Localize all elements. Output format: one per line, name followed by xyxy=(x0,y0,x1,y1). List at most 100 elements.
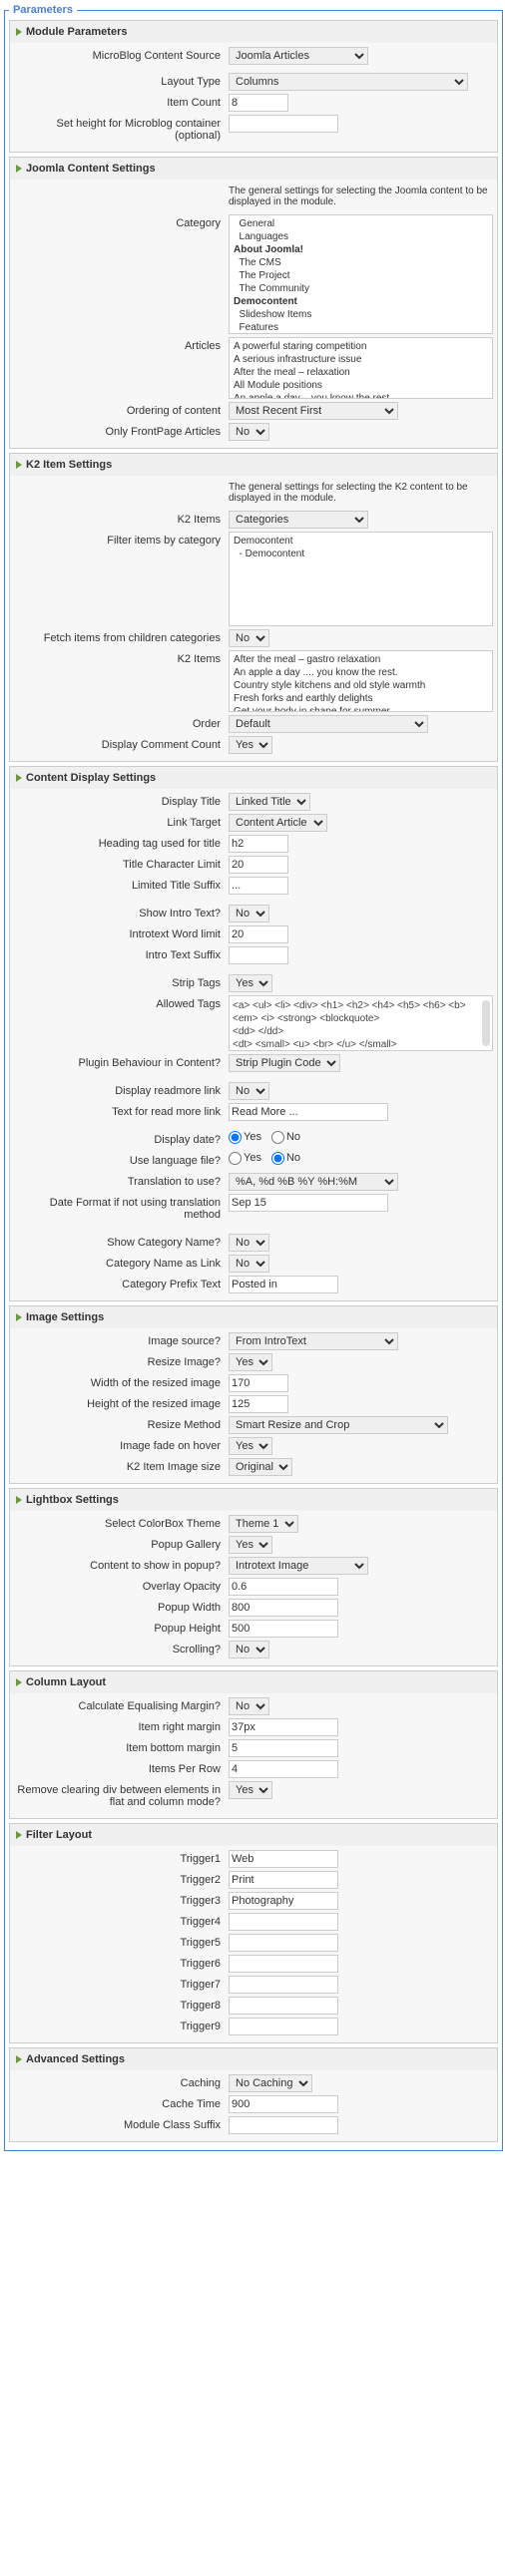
panel-title: Lightbox Settings xyxy=(26,1494,119,1506)
panel-title: K2 Item Settings xyxy=(26,459,112,471)
label-opacity: Overlay Opacity xyxy=(14,1578,229,1596)
radio-lang-no[interactable] xyxy=(271,1152,284,1165)
select-method[interactable]: Smart Resize and Crop xyxy=(229,1416,448,1434)
select-source[interactable]: Joomla Articles xyxy=(229,47,368,65)
panel-header-content[interactable]: Content Display Settings xyxy=(10,767,497,789)
select-clearing[interactable]: Yes xyxy=(229,1781,272,1799)
listbox-articles[interactable]: A powerful staring competitionA serious … xyxy=(229,337,493,399)
input-trigger4[interactable] xyxy=(229,1913,338,1931)
select-show-intro[interactable]: No xyxy=(229,905,269,922)
label-children: Fetch items from children categories xyxy=(14,629,229,647)
label-show-cat: Show Category Name? xyxy=(14,1234,229,1252)
panel-title: Joomla Content Settings xyxy=(26,163,156,175)
input-trigger6[interactable] xyxy=(229,1955,338,1973)
input-height[interactable] xyxy=(229,115,338,133)
select-ordering[interactable]: Most Recent First xyxy=(229,402,398,420)
listbox-filter[interactable]: Democontent - Democontent xyxy=(229,532,493,626)
panel-header-joomla[interactable]: Joomla Content Settings xyxy=(10,158,497,180)
input-heading-tag[interactable] xyxy=(229,835,288,853)
label-right: Item right margin xyxy=(14,1718,229,1736)
select-k2size[interactable]: Original xyxy=(229,1458,292,1476)
select-children[interactable]: No xyxy=(229,629,269,647)
scrollbar-icon[interactable] xyxy=(482,1000,490,1046)
textarea-allowed-tags[interactable]: <a> <ul> <li> <div> <h1> <h2> <h4> <h5> … xyxy=(229,995,493,1051)
radio-lang-yes[interactable] xyxy=(229,1152,242,1165)
input-trigger2[interactable] xyxy=(229,1871,338,1889)
select-show-cat[interactable]: No xyxy=(229,1234,269,1252)
listbox-category[interactable]: General LanguagesAbout Joomla! The CMS T… xyxy=(229,214,493,334)
select-frontpage[interactable]: No xyxy=(229,423,269,441)
input-trigger5[interactable] xyxy=(229,1934,338,1952)
parameters-legend: Parameters xyxy=(9,4,77,16)
input-bottom[interactable] xyxy=(229,1739,338,1757)
label-link-target: Link Target xyxy=(14,814,229,832)
select-cat-link[interactable]: No xyxy=(229,1255,269,1273)
select-display-title[interactable]: Linked Title xyxy=(229,793,310,811)
input-opacity[interactable] xyxy=(229,1578,338,1596)
select-fade[interactable]: Yes xyxy=(229,1437,272,1455)
input-title-limit[interactable] xyxy=(229,856,288,874)
select-resize[interactable]: Yes xyxy=(229,1353,272,1371)
label-gallery: Popup Gallery xyxy=(14,1536,229,1554)
select-img-source[interactable]: From IntroText xyxy=(229,1332,398,1350)
select-plugin[interactable]: Strip Plugin Code xyxy=(229,1054,340,1072)
input-trigger9[interactable] xyxy=(229,2018,338,2035)
input-intro-word[interactable] xyxy=(229,925,288,943)
panel-header-k2[interactable]: K2 Item Settings xyxy=(10,454,497,476)
radio-date-yes[interactable] xyxy=(229,1131,242,1144)
input-img-height[interactable] xyxy=(229,1395,288,1413)
panel-title: Image Settings xyxy=(26,1311,104,1323)
select-strip-tags[interactable]: Yes xyxy=(229,974,272,992)
select-equal[interactable]: No xyxy=(229,1697,269,1715)
input-pheight[interactable] xyxy=(229,1620,338,1638)
input-date-format[interactable] xyxy=(229,1194,388,1212)
select-theme[interactable]: Theme 1 xyxy=(229,1515,298,1533)
input-readmore-text[interactable] xyxy=(229,1103,388,1121)
input-cache-time[interactable] xyxy=(229,2095,338,2113)
input-count[interactable] xyxy=(229,94,288,112)
radio-date-no[interactable] xyxy=(271,1131,284,1144)
panel-header-image[interactable]: Image Settings xyxy=(10,1306,497,1328)
input-trigger8[interactable] xyxy=(229,1997,338,2015)
select-scrolling[interactable]: No xyxy=(229,1641,269,1658)
expand-icon xyxy=(16,1678,22,1686)
label-title-limit: Title Character Limit xyxy=(14,856,229,874)
hint-k2: The general settings for selecting the K… xyxy=(229,480,493,508)
input-img-width[interactable] xyxy=(229,1374,288,1392)
radio-use-lang: YesNo xyxy=(229,1152,493,1165)
panel-header-filter[interactable]: Filter Layout xyxy=(10,1824,497,1846)
input-cat-prefix[interactable] xyxy=(229,1276,338,1293)
select-layout[interactable]: Columns xyxy=(229,73,468,91)
input-limited-suffix[interactable] xyxy=(229,877,288,895)
input-right[interactable] xyxy=(229,1718,338,1736)
input-trigger7[interactable] xyxy=(229,1976,338,1994)
label-count: Item Count xyxy=(14,94,229,112)
select-caching[interactable]: No Caching xyxy=(229,2074,312,2092)
panel-header-advanced[interactable]: Advanced Settings xyxy=(10,2048,497,2070)
select-link-target[interactable]: Content Article xyxy=(229,814,327,832)
label-category: Category xyxy=(14,214,229,232)
select-order[interactable]: Default xyxy=(229,715,428,733)
label-fade: Image fade on hover xyxy=(14,1437,229,1455)
listbox-k2items[interactable]: After the meal – gastro relaxationAn app… xyxy=(229,650,493,712)
input-trigger1[interactable] xyxy=(229,1850,338,1868)
input-trigger3[interactable] xyxy=(229,1892,338,1910)
input-perrow[interactable] xyxy=(229,1760,338,1778)
panel-title: Module Parameters xyxy=(26,26,127,38)
label-trigger5: Trigger5 xyxy=(14,1934,229,1952)
panel-header-module[interactable]: Module Parameters xyxy=(10,21,497,43)
select-k2items[interactable]: Categories xyxy=(229,511,368,529)
label-img-source: Image source? xyxy=(14,1332,229,1350)
select-translation[interactable]: %A, %d %B %Y %H:%M xyxy=(229,1173,398,1191)
panel-header-lightbox[interactable]: Lightbox Settings xyxy=(10,1489,497,1511)
select-comment[interactable]: Yes xyxy=(229,736,272,754)
select-readmore-link[interactable]: No xyxy=(229,1082,269,1100)
select-gallery[interactable]: Yes xyxy=(229,1536,272,1554)
expand-icon xyxy=(16,774,22,782)
select-content-show[interactable]: Introtext Image xyxy=(229,1557,368,1575)
expand-icon xyxy=(16,2055,22,2063)
input-suffix[interactable] xyxy=(229,2116,338,2134)
input-pwidth[interactable] xyxy=(229,1599,338,1617)
input-intro-suffix[interactable] xyxy=(229,946,288,964)
panel-header-column[interactable]: Column Layout xyxy=(10,1671,497,1693)
